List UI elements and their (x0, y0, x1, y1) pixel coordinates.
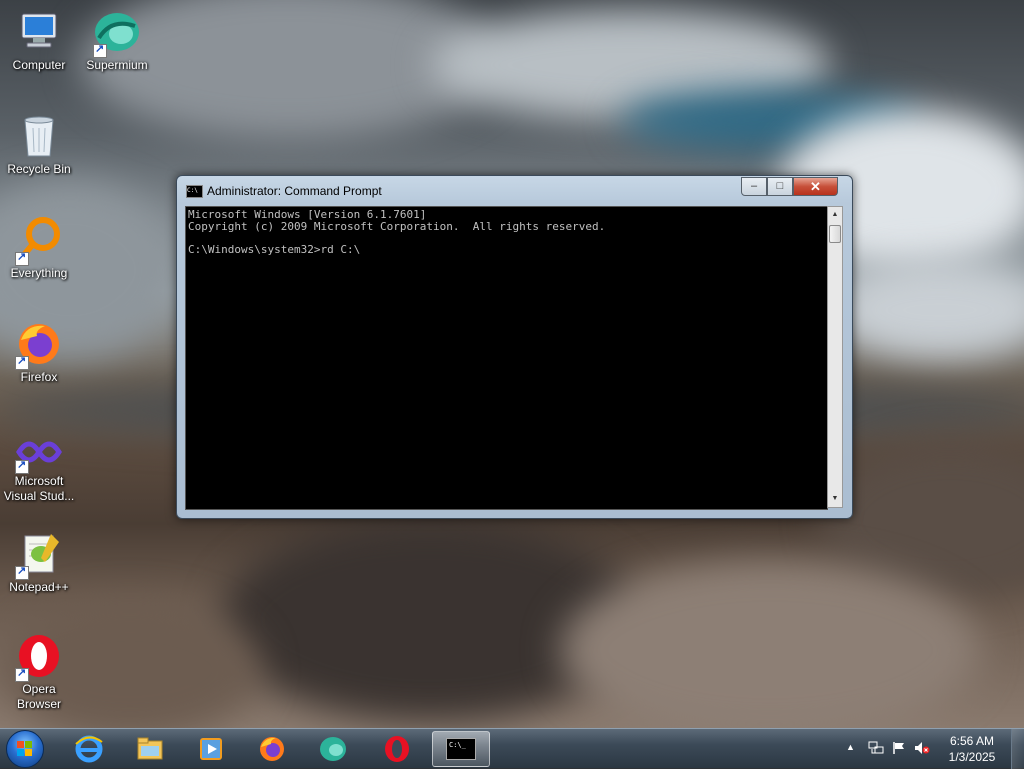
desktop-icon-supermium[interactable]: Supermium (79, 8, 155, 73)
console-line: C:\Windows\system32>rd C:\ (188, 242, 361, 256)
desktop-icon-computer[interactable]: Computer (1, 8, 77, 73)
taskbar-file-explorer[interactable] (123, 731, 177, 767)
taskbar-opera[interactable] (370, 731, 424, 767)
start-button[interactable] (6, 730, 44, 768)
taskbar-media-player[interactable] (184, 731, 238, 767)
everything-search-icon (15, 216, 63, 266)
desktop-icon-label: Opera Browser (16, 682, 61, 711)
computer-icon (15, 8, 63, 56)
taskbar-supermium[interactable] (306, 731, 360, 767)
maximize-button[interactable]: □ (767, 177, 793, 196)
desktop-icon-label: Microsoft Visual Stud... (3, 474, 75, 503)
notepadpp-icon (15, 530, 63, 580)
volume-muted-icon[interactable] (914, 741, 930, 758)
system-tray: ▲ 6:56 AM 1/3/2025 (842, 729, 1024, 769)
recycle-bin-icon (15, 112, 63, 160)
vertical-scrollbar[interactable]: ▲ ▼ (827, 206, 843, 508)
taskbar-command-prompt[interactable]: C:\_ (432, 731, 490, 767)
shortcut-arrow-icon (93, 42, 107, 58)
command-prompt-window[interactable]: C:\ Administrator: Command Prompt – □ ✕ … (176, 175, 853, 519)
console-line: Microsoft Windows [Version 6.1.7601] (188, 208, 427, 221)
taskbar: C:\_ ▲ 6:56 AM 1/3/2025 (0, 728, 1024, 769)
command-prompt-icon: C:\ (186, 185, 203, 198)
scroll-thumb[interactable] (829, 225, 841, 243)
show-hidden-icons-arrow-icon[interactable]: ▲ (846, 742, 855, 752)
shortcut-arrow-icon (15, 354, 29, 370)
window-title: Administrator: Command Prompt (207, 184, 382, 198)
desktop-icon-label: Computer (12, 58, 66, 72)
windows-logo-icon (17, 741, 33, 757)
close-button[interactable]: ✕ (793, 177, 838, 196)
visual-studio-icon (15, 432, 63, 474)
command-prompt-icon: C:\_ (446, 738, 476, 760)
internet-explorer-icon (75, 735, 103, 763)
taskbar-internet-explorer[interactable] (62, 731, 116, 767)
file-explorer-icon (137, 737, 163, 760)
desktop-icon-label: Notepad++ (9, 580, 69, 594)
scroll-up-arrow-icon[interactable]: ▲ (828, 207, 842, 223)
action-center-flag-icon[interactable] (892, 741, 906, 758)
taskbar-firefox[interactable] (245, 731, 299, 767)
console-text: Microsoft Windows [Version 6.1.7601] Copy… (188, 209, 605, 255)
opera-icon (15, 632, 63, 682)
desktop-icon-label: Everything (10, 266, 68, 280)
clock[interactable]: 6:56 AM 1/3/2025 (934, 733, 1010, 765)
minimize-button[interactable]: – (741, 177, 767, 196)
network-icon[interactable] (868, 741, 884, 758)
shortcut-arrow-icon (15, 458, 29, 474)
show-desktop-button[interactable] (1011, 729, 1024, 769)
shortcut-arrow-icon (15, 666, 29, 682)
supermium-icon (320, 737, 346, 761)
desktop-icon-notepadpp[interactable]: Notepad++ (1, 530, 77, 595)
media-player-icon (200, 738, 222, 760)
shortcut-arrow-icon (15, 564, 29, 580)
console-line: Copyright (c) 2009 Microsoft Corporation… (188, 219, 606, 233)
cmd-icon-text: C:\_ (449, 741, 466, 749)
supermium-icon (93, 8, 141, 58)
desktop-icon-everything[interactable]: Everything (1, 216, 77, 281)
desktop-icon-label: Recycle Bin (7, 162, 71, 176)
desktop-icon-visual-studio[interactable]: Microsoft Visual Stud... (1, 432, 77, 504)
scroll-down-arrow-icon[interactable]: ▼ (828, 491, 842, 507)
console-output[interactable]: Microsoft Windows [Version 6.1.7601] Copy… (185, 206, 828, 510)
firefox-icon (260, 737, 284, 761)
firefox-icon (15, 320, 63, 370)
desktop-icon-firefox[interactable]: Firefox (1, 320, 77, 385)
clock-date: 1/3/2025 (948, 750, 996, 764)
window-titlebar[interactable]: C:\ Administrator: Command Prompt – □ ✕ (177, 176, 852, 205)
desktop-icon-label: Firefox (20, 370, 58, 384)
clock-time: 6:56 AM (949, 734, 995, 748)
shortcut-arrow-icon (15, 250, 29, 266)
opera-icon (385, 736, 409, 762)
desktop-icon-recycle-bin[interactable]: Recycle Bin (1, 112, 77, 177)
desktop-icon-opera[interactable]: Opera Browser (1, 632, 77, 712)
desktop-icon-label: Supermium (86, 58, 148, 72)
